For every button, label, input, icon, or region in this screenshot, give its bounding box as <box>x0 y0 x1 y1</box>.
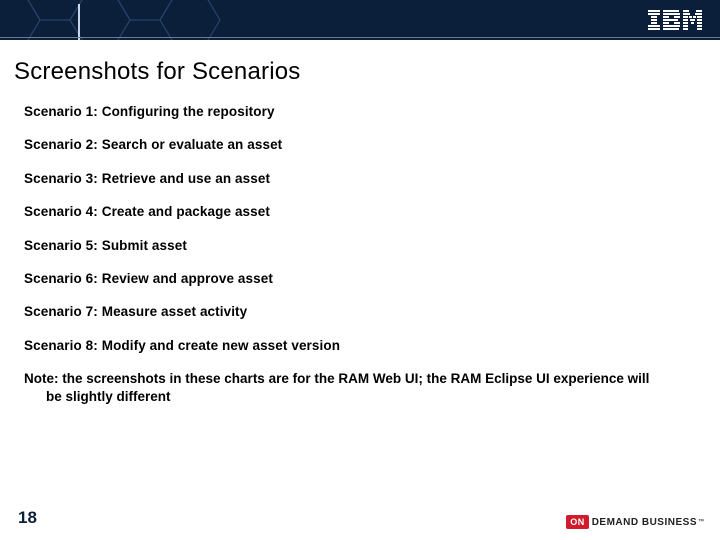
footer-logo: ON DEMAND BUSINESS ™ <box>566 512 704 530</box>
scenario-item: Scenario 5: Submit asset <box>24 238 684 255</box>
page-number: 18 <box>18 508 37 528</box>
slide: Screenshots for Scenarios Scenario 1: Co… <box>0 0 720 540</box>
on-badge: ON <box>566 515 589 529</box>
slide-title: Screenshots for Scenarios <box>14 58 300 86</box>
note-text: Note: the screenshots in these charts ar… <box>24 370 654 406</box>
header-divider <box>78 4 80 40</box>
demand-text: DEMAND BUSINESS <box>592 517 697 528</box>
scenario-item: Scenario 7: Measure asset activity <box>24 304 684 321</box>
hex-pattern <box>0 0 270 40</box>
scenario-item: Scenario 2: Search or evaluate an asset <box>24 137 684 154</box>
scenario-item: Scenario 4: Create and package asset <box>24 204 684 221</box>
trademark: ™ <box>698 519 704 525</box>
scenario-item: Scenario 1: Configuring the repository <box>24 104 684 121</box>
header-underline <box>0 37 720 38</box>
scenario-list: Scenario 1: Configuring the repository S… <box>24 104 684 371</box>
scenario-item: Scenario 3: Retrieve and use an asset <box>24 171 684 188</box>
header-bar <box>0 0 720 40</box>
scenario-item: Scenario 8: Modify and create new asset … <box>24 338 684 355</box>
note-content: Note: the screenshots in these charts ar… <box>24 370 654 406</box>
ibm-logo <box>648 10 702 30</box>
scenario-item: Scenario 6: Review and approve asset <box>24 271 684 288</box>
